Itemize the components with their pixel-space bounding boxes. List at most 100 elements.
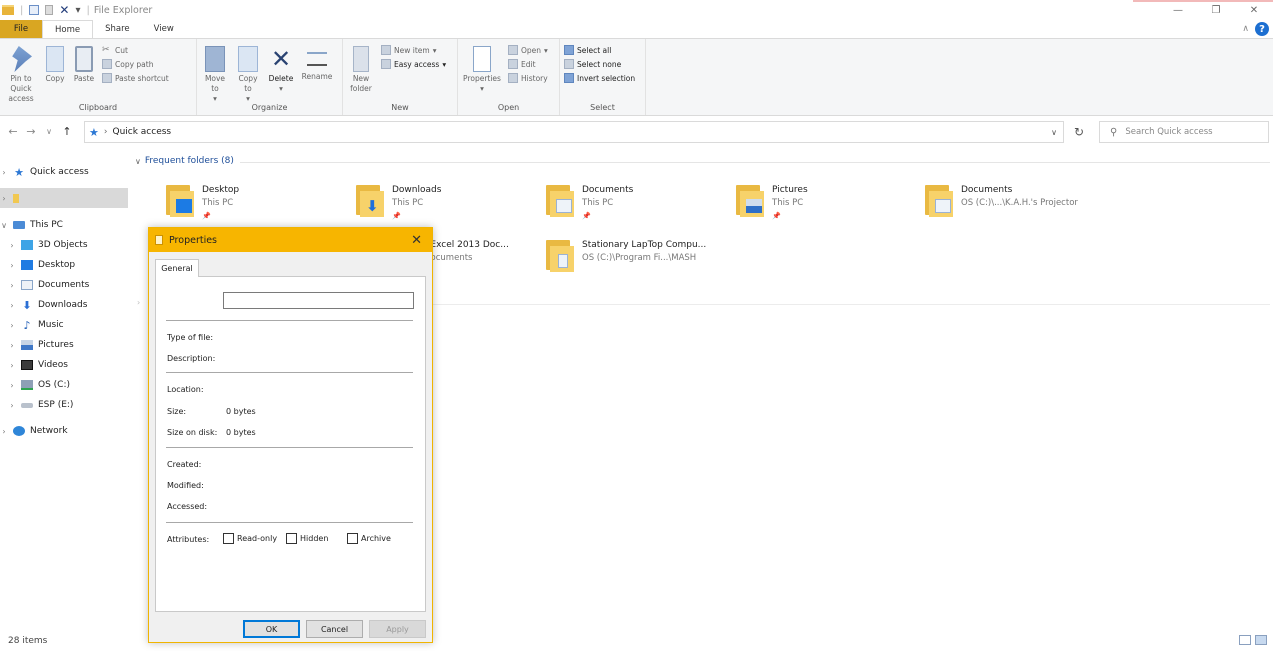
folder-tile[interactable]: Stationary LapTop Compu... OS (C:)\Progr… [546,237,746,281]
folder-icon [13,193,19,203]
ok-button[interactable]: OK [243,620,300,638]
address-dropdown-icon[interactable]: ∨ [1051,128,1057,137]
cancel-button[interactable]: Cancel [306,620,363,638]
drive-icon [21,380,33,390]
accessed-label: Accessed: [167,502,208,511]
properties-icon[interactable] [29,5,40,15]
cut-button[interactable]: ✂ Cut [102,45,169,55]
file-name-input[interactable] [223,292,414,309]
nav-esp-e[interactable]: › ESP (E:) [8,396,73,414]
large-icons-view-icon[interactable] [1255,635,1267,645]
nav-documents[interactable]: › Documents [8,276,89,294]
help-icon[interactable]: ? [1255,22,1269,36]
folder-tile[interactable]: Documents This PC 📌 [546,182,726,226]
nav-videos[interactable]: › Videos [8,356,68,374]
edit-button[interactable]: Edit [508,59,548,69]
select-all-button[interactable]: Select all [564,45,635,55]
tab-home[interactable]: Home [42,20,94,38]
folder-tile[interactable]: Documents OS (C:)\...\K.A.H.'s Projector [925,182,1125,226]
nav-desktop[interactable]: › Desktop [8,256,75,274]
folder-tile[interactable]: Desktop This PC 📌 [166,182,346,226]
hidden-checkbox[interactable]: Hidden [286,533,328,544]
paste-shortcut-button[interactable]: Paste shortcut [102,73,169,83]
frequent-folders-header[interactable]: ∨ Frequent folders (8) [135,156,234,166]
nav-quick-access[interactable]: › ★ Quick access [0,163,88,181]
nav-3d-objects[interactable]: › 3D Objects [8,236,88,254]
tab-share[interactable]: Share [93,20,142,38]
paste-shortcut-icon [102,73,112,83]
delete-icon[interactable]: ✕ [59,3,69,17]
copy-path-icon [102,59,112,69]
window-controls: — ❐ ✕ [1159,0,1273,20]
breadcrumb-chevron-icon[interactable]: › [104,127,108,137]
recent-locations-icon[interactable]: ∨ [40,127,58,136]
easy-access-button[interactable]: Easy access ▾ [381,59,446,69]
restore-button[interactable]: ❐ [1197,0,1235,20]
general-panel: Type of file: Description: Location: Siz… [155,276,426,612]
dialog-close-icon[interactable]: ✕ [411,233,422,248]
select-none-button[interactable]: Select none [564,59,635,69]
archive-checkbox[interactable]: Archive [347,533,391,544]
search-placeholder: Search Quick access [1125,127,1213,137]
details-view-icon[interactable] [1239,635,1251,645]
nav-network[interactable]: › Network [0,422,68,440]
expand-icon[interactable]: › [0,168,8,177]
refresh-icon[interactable]: ↻ [1068,121,1090,143]
folder-tile[interactable]: Pictures This PC 📌 [736,182,916,226]
nav-downloads[interactable]: › ⬇ Downloads [8,296,87,314]
collapse-icon[interactable]: ∨ [0,221,8,230]
folder-icon [546,240,574,272]
search-icon: ⚲ [1110,126,1118,138]
close-button[interactable]: ✕ [1235,0,1273,20]
new-item-button[interactable]: New item ▾ [381,45,446,55]
nav-os-c[interactable]: › OS (C:) [8,376,70,394]
copy-path-button[interactable]: Copy path [102,59,169,69]
open-button[interactable]: Open ▾ [508,45,548,55]
search-box[interactable]: ⚲ Search Quick access [1099,121,1269,143]
breadcrumb-quick-access[interactable]: Quick access [112,127,171,137]
up-arrow-icon[interactable]: ↑ [58,125,76,138]
expand-icon[interactable]: › [0,194,8,203]
description-label: Description: [167,354,216,363]
nav-selected-item[interactable] [0,188,128,208]
new-folder-icon[interactable] [45,5,54,15]
history-button[interactable]: History [508,73,548,83]
apply-button[interactable]: Apply [369,620,426,638]
tab-general[interactable]: General [155,259,199,277]
nav-pictures[interactable]: › Pictures [8,336,74,354]
new-item-icon [381,45,391,55]
document-icon [21,280,33,290]
collapse-chevron-icon: ∨ [135,156,141,166]
collapse-ribbon-icon[interactable]: ∧ [1242,24,1249,34]
film-icon [21,360,33,370]
back-arrow-icon[interactable]: ← [4,125,22,138]
folder-tile[interactable]: ⬇ Downloads This PC 📌 [356,182,536,226]
nav-unnamed-folder[interactable]: › [0,189,19,207]
minimize-button[interactable]: — [1159,0,1197,20]
pin-icon: 📌 [202,212,211,220]
folder-icon: ⬇ [356,185,384,217]
splitter-chevron-icon: › [137,298,141,307]
size-value: 0 bytes [226,407,256,416]
dialog-title-bar[interactable]: Properties [149,228,432,252]
forward-arrow-icon[interactable]: → [22,125,40,138]
folder-icon [2,5,14,15]
network-icon [13,426,25,436]
tab-view[interactable]: View [142,20,186,38]
quick-access-toolbar: | ✕ ▾ | [0,3,90,17]
select-all-icon [564,45,574,55]
ribbon-tabs: File Home Share View [0,20,1273,38]
folder-icon [546,185,574,217]
nav-this-pc[interactable]: ∨ This PC [0,216,63,234]
address-bar[interactable]: ★ › Quick access ∨ [84,121,1064,143]
cube-icon [21,240,33,250]
invert-selection-icon [564,73,574,83]
modified-label: Modified: [167,481,204,490]
read-only-checkbox[interactable]: Read-only [223,533,277,544]
nav-music[interactable]: › ♪ Music [8,316,63,334]
invert-selection-button[interactable]: Invert selection [564,73,635,83]
customize-toolbar-icon[interactable]: ▾ [75,5,80,16]
tab-file[interactable]: File [0,20,42,38]
group-new: New folder New item ▾ Easy access ▾ New [343,39,458,115]
group-organize: Move to ▾ Copy to ▾ ✕ Delete ▾ Rename Or… [197,39,343,115]
